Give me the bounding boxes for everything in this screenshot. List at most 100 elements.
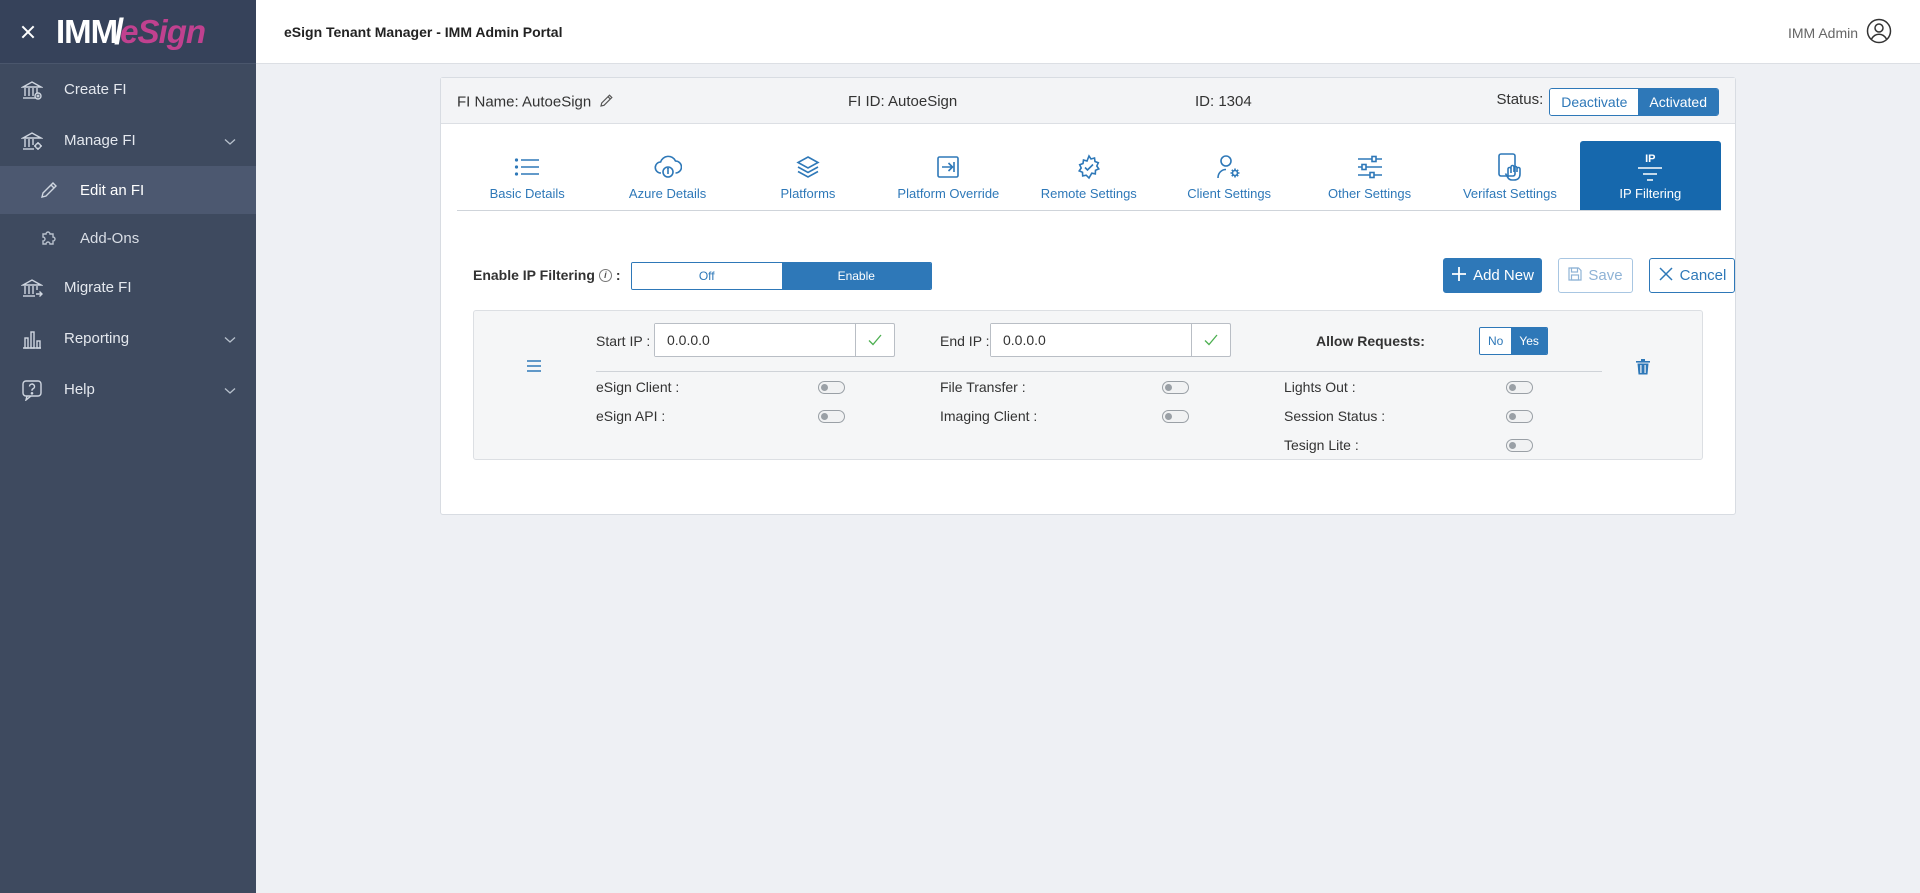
fi-header: FI Name: AutoeSign FI ID: AutoeSign ID: … (441, 78, 1735, 124)
sidebar-item-help[interactable]: Help (0, 364, 256, 415)
sidebar-item-create-fi[interactable]: Create FI (0, 64, 256, 115)
close-icon[interactable] (18, 22, 38, 42)
no-button[interactable]: No (1480, 328, 1512, 354)
bank-plus-icon (20, 78, 44, 102)
sidebar-item-label: Reporting (64, 330, 130, 347)
esign-client-switch[interactable] (818, 381, 845, 394)
esign-api-switch[interactable] (818, 410, 845, 423)
imaging-client-switch[interactable] (1162, 410, 1189, 423)
tab-label: Azure Details (628, 186, 707, 201)
activated-button[interactable]: Activated (1638, 89, 1718, 115)
tab-label: Basic Details (489, 186, 565, 201)
start-ip-label: Start IP : (596, 333, 651, 349)
save-button[interactable]: Save (1558, 258, 1633, 293)
divider (596, 371, 1602, 372)
end-ip-field (990, 323, 1231, 357)
tab-label: Platform Override (897, 186, 1000, 201)
override-icon (935, 152, 961, 182)
user-avatar-icon (1858, 18, 1892, 47)
start-ip-input[interactable] (655, 324, 855, 356)
sidebar-item-manage-fi[interactable]: Manage FI (0, 115, 256, 166)
sliders-icon (1356, 152, 1384, 182)
fi-name: FI Name: AutoeSign (457, 93, 592, 111)
tesign-lite-label: Tesign Lite : (1284, 437, 1359, 453)
logo: IMM / eSign (56, 10, 206, 52)
tab-label: Remote Settings (1040, 186, 1137, 201)
hand-icon (1497, 152, 1523, 182)
yes-button[interactable]: Yes (1511, 328, 1547, 354)
list-icon (514, 152, 540, 182)
deactivate-button[interactable]: Deactivate (1550, 89, 1639, 115)
ip-filtering-row: Enable IP Filtering i : Off Enable Add N… (473, 256, 1735, 296)
user-gear-icon (1215, 152, 1243, 182)
check-icon (1191, 324, 1229, 356)
allow-requests-toggle: No Yes (1479, 327, 1548, 355)
esign-api-label: eSign API : (596, 408, 666, 424)
session-status-switch[interactable] (1506, 410, 1533, 423)
sidebar-item-label: Help (64, 381, 95, 398)
fi-name-group: FI Name: AutoeSign (457, 93, 614, 112)
tab-remote-settings[interactable]: Remote Settings (1019, 141, 1159, 210)
tesign-lite-switch[interactable] (1506, 439, 1533, 452)
imaging-client-label: Imaging Client : (940, 408, 1038, 424)
file-transfer-switch[interactable] (1162, 381, 1189, 394)
fi-card: FI Name: AutoeSign FI ID: AutoeSign ID: … (440, 77, 1736, 515)
file-transfer-label: File Transfer : (940, 379, 1026, 395)
bank-gear-icon (20, 129, 44, 153)
bank-arrow-icon (20, 276, 44, 300)
sidebar-item-add-ons[interactable]: Add-Ons (0, 214, 256, 262)
tab-label: Other Settings (1327, 186, 1412, 201)
tab-label: Client Settings (1187, 186, 1272, 201)
help-bubble-icon (20, 378, 44, 402)
chevron-down-icon (224, 382, 236, 399)
lights-out-switch[interactable] (1506, 381, 1533, 394)
tab-basic-details[interactable]: Basic Details (457, 141, 597, 210)
sidebar-item-label: Create FI (64, 81, 127, 98)
tab-client-settings[interactable]: Client Settings (1159, 141, 1299, 210)
tab-platform-override[interactable]: Platform Override (878, 141, 1018, 210)
ip-rule-row: Start IP : End IP : Allow Requests: No Y… (473, 310, 1703, 460)
info-icon[interactable]: i (598, 268, 612, 282)
tab-platforms[interactable]: Platforms (738, 141, 878, 210)
tab-ip-filtering[interactable]: IP IP Filtering (1580, 141, 1721, 210)
status-toggle: Deactivate Activated (1549, 88, 1719, 116)
check-icon (855, 324, 893, 356)
sidebar-item-reporting[interactable]: Reporting (0, 313, 256, 364)
enable-ip-filtering-label: Enable IP Filtering i : (473, 267, 621, 283)
plus-icon (1451, 266, 1473, 286)
fi-numeric-id: ID: 1304 (1195, 93, 1252, 110)
user-menu[interactable]: IMM Admin (1788, 18, 1892, 47)
sidebar-item-label: Add-Ons (80, 229, 140, 247)
trash-icon[interactable] (1636, 359, 1650, 380)
sidebar-item-migrate-fi[interactable]: Migrate FI (0, 262, 256, 313)
ip-filtering-toggle: Off Enable (631, 262, 932, 290)
tab-azure-details[interactable]: Azure Details (597, 141, 737, 210)
puzzle-icon (38, 227, 60, 249)
chevron-down-icon (224, 331, 236, 348)
chevron-down-icon (224, 133, 236, 150)
fi-id: FI ID: AutoeSign (848, 93, 958, 110)
sidebar-header: IMM / eSign (0, 0, 256, 64)
add-new-button[interactable]: Add New (1443, 258, 1542, 293)
end-ip-input[interactable] (991, 324, 1191, 356)
enable-button[interactable]: Enable (781, 263, 931, 289)
off-button[interactable]: Off (632, 263, 782, 289)
sidebar-item-edit-fi[interactable]: Edit an FI (0, 166, 256, 214)
sidebar: IMM / eSign Create FI Manage FI Edit an FI… (0, 0, 256, 893)
cancel-button[interactable]: Cancel (1649, 258, 1735, 293)
user-name: IMM Admin (1787, 24, 1858, 41)
drag-handle-icon[interactable] (526, 359, 542, 378)
start-ip-field (654, 323, 895, 357)
edit-pencil-icon[interactable] (599, 93, 614, 112)
bar-chart-icon (20, 327, 44, 351)
ip-icon-text: IP (1645, 152, 1656, 165)
close-icon (1658, 266, 1680, 286)
sidebar-item-label: Manage FI (64, 132, 136, 149)
lights-out-label: Lights Out : (1284, 379, 1356, 395)
page-title: eSign Tenant Manager - IMM Admin Portal (284, 23, 563, 40)
sidebar-item-label: Migrate FI (64, 279, 132, 296)
cloud-icon (654, 152, 682, 182)
tab-other-settings[interactable]: Other Settings (1299, 141, 1439, 210)
session-status-label: Session Status : (1284, 408, 1386, 424)
tab-verifast-settings[interactable]: Verifast Settings (1440, 141, 1580, 210)
